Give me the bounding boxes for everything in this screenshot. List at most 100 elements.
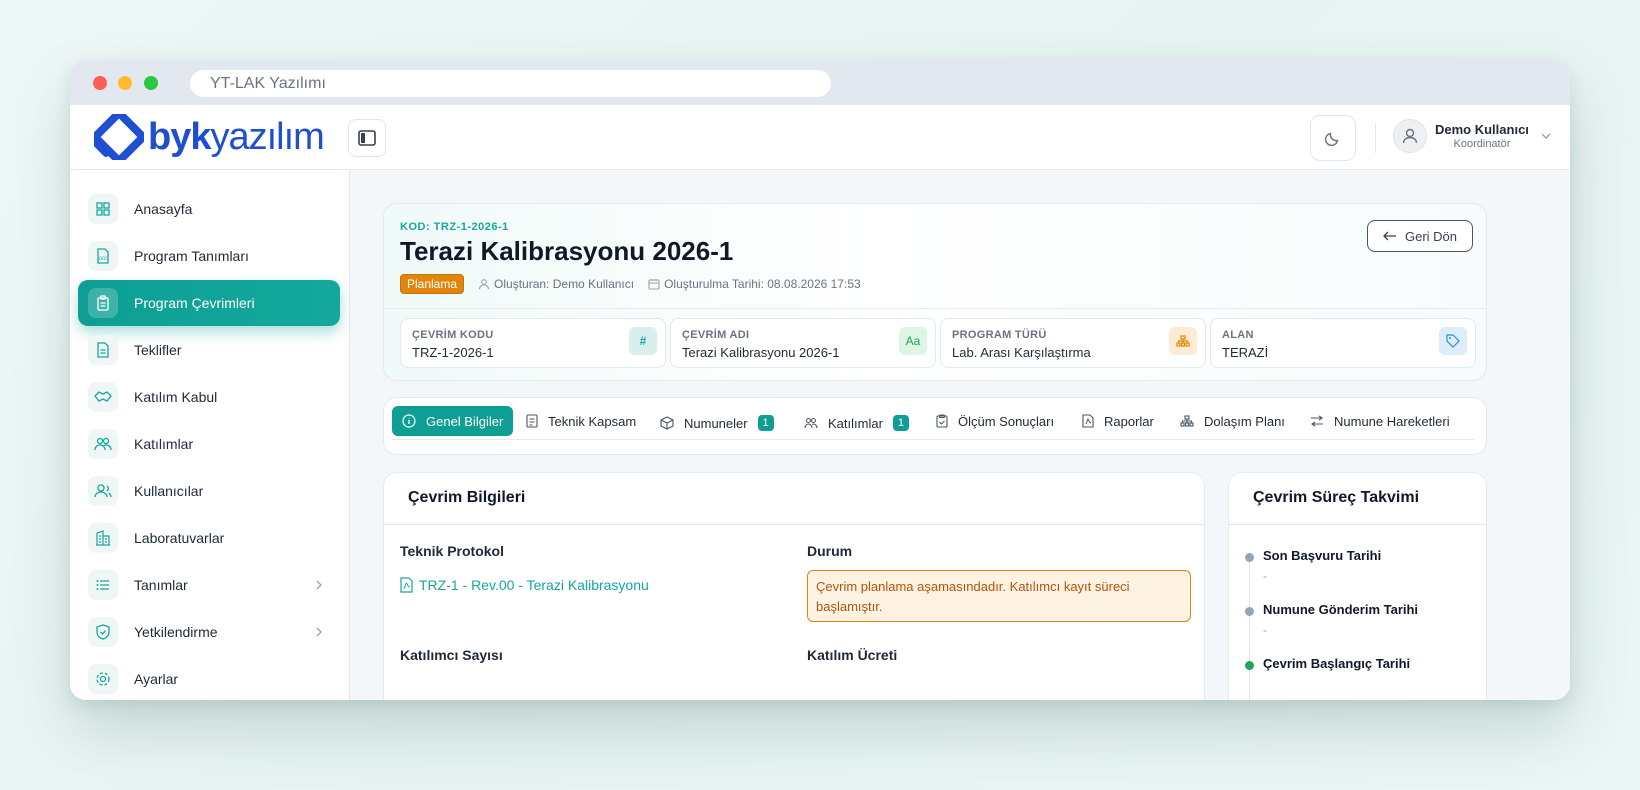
info-box-alan: ALAN TERAZİ [1210,318,1476,368]
brand-bold: byk [148,116,211,158]
tag-icon [1439,327,1467,355]
list-icon [88,570,118,600]
sidebar-item-label: Katılım Kabul [134,389,218,405]
sidebar: Anasayfa DOC Program Tanımları Program Ç… [70,170,350,700]
sidebar-item-katilim-kabul[interactable]: Katılım Kabul [78,374,340,420]
app-window: YT-LAK Yazılımı bykyazılım Demo Kullanıc… [70,60,1570,700]
chevron-right-icon [316,580,322,590]
created-by-text: Oluşturan: Demo Kullanıcı [494,277,635,291]
user-info: Demo Kullanıcı Koordinatör [1435,122,1529,150]
text-icon: Aa [899,327,927,355]
user-icon [478,279,490,290]
created-at-text: Oluşturulma Tarihi: 08.08.2026 17:53 [664,277,861,291]
box-icon [660,416,674,430]
info-box-value: Terazi Kalibrasyonu 2026-1 [682,345,840,360]
info-box-label: PROGRAM TÜRÜ [952,329,1047,341]
info-box-label: ALAN [1222,329,1254,341]
tab-olcum-sonuclari[interactable]: Ölçüm Sonuçları [936,406,1054,436]
sidebar-item-label: Anasayfa [134,201,193,217]
shield-icon [88,617,118,647]
info-box-value: TRZ-1-2026-1 [412,345,494,360]
tab-label: Raporlar [1104,413,1154,429]
sidebar-item-label: Katılımlar [134,436,194,452]
clipboard-check-icon [936,414,948,428]
building-icon [88,523,118,553]
divider [384,524,1204,525]
info-box-label: ÇEVRİM KODU [412,329,494,341]
sidebar-item-yetkilendirme[interactable]: Yetkilendirme [78,609,340,655]
sidebar-item-tanimlar[interactable]: Tanımlar [78,562,340,608]
sidebar-item-label: Tanımlar [134,577,188,593]
sidebar-item-label: Laboratuvarlar [134,530,225,546]
sidebar-item-label: Teklifler [134,342,182,358]
close-window-button[interactable] [93,76,107,90]
timeline-dot [1245,607,1254,616]
theme-toggle-button[interactable] [1310,115,1356,161]
maximize-window-button[interactable] [144,76,158,90]
users-icon [804,417,818,429]
logo-mark-icon [94,114,144,160]
brand-name: bykyazılım [148,113,325,161]
sidebar-item-katilimlar[interactable]: Katılımlar [78,421,340,467]
protocol-link-text: TRZ-1 - Rev.00 - Terazi Kalibrasyonu [419,577,649,593]
info-box-value: TERAZİ [1222,345,1269,360]
user-role: Koordinatör [1453,138,1511,150]
sidebar-item-program-cevrimleri[interactable]: Program Çevrimleri [78,280,340,326]
status-badge: Planlama [400,274,465,294]
minimize-window-button[interactable] [118,76,132,90]
created-at: Oluşturulma Tarihi: 08.08.2026 17:53 [648,277,861,291]
avatar [1393,119,1427,153]
timeline-item-value: - [1263,623,1267,637]
tab-numuneler[interactable]: Numuneler 1 [660,408,774,438]
hash-icon: # [629,327,657,355]
sidebar-item-laboratuvarlar[interactable]: Laboratuvarlar [78,515,340,561]
tab-label: Dolaşım Planı [1204,413,1285,429]
protocol-link[interactable]: TRZ-1 - Rev.00 - Terazi Kalibrasyonu [400,577,649,593]
tab-bar: Genel Bilgiler Teknik Kapsam Numuneler 1… [383,397,1487,455]
sidebar-panel-icon [358,130,376,146]
tab-label: Numuneler [684,415,748,431]
status-label: Durum [807,543,853,559]
user-name: Demo Kullanıcı [1435,122,1529,137]
address-bar[interactable]: YT-LAK Yazılımı [190,70,831,97]
back-button-label: Geri Dön [1404,228,1458,244]
info-box-cevrim-kodu: ÇEVRİM KODU TRZ-1-2026-1 # [400,318,666,368]
tab-label: Katılımlar [828,415,883,431]
chevron-right-icon [316,627,322,637]
sidebar-item-anasayfa[interactable]: Anasayfa [78,186,340,232]
info-box-label: ÇEVRİM ADI [682,329,750,341]
user-menu[interactable]: Demo Kullanıcı Koordinatör [1393,119,1551,153]
program-code-label: KOD: TRZ-1-2026-1 [400,221,509,233]
document-icon [526,414,538,428]
cevrim-takvim-card: Çevrim Süreç Takvimi Son Başvuru Tarihi … [1228,472,1487,700]
info-box-cevrim-adi: ÇEVRİM ADI Terazi Kalibrasyonu 2026-1 Aa [670,318,936,368]
sidebar-item-teklifler[interactable]: Teklifler [78,327,340,373]
calendar-icon [648,279,660,290]
sidebar-item-ayarlar[interactable]: Ayarlar [78,656,340,700]
brand-logo[interactable]: bykyazılım [94,113,325,161]
doc-icon: DOC [88,241,118,271]
program-header-card: KOD: TRZ-1-2026-1 Terazi Kalibrasyonu 20… [383,203,1487,381]
sidebar-toggle-button[interactable] [348,119,386,157]
chevron-down-icon [1541,133,1551,139]
info-icon [402,414,416,428]
tab-genel-bilgiler[interactable]: Genel Bilgiler [392,406,514,436]
tab-katilimlar[interactable]: Katılımlar 1 [804,408,909,438]
moon-icon [1325,132,1339,146]
arrow-left-icon [1383,231,1396,241]
cevrim-bilgileri-card: Çevrim Bilgileri Teknik Protokol TRZ-1 -… [383,472,1205,700]
sidebar-item-program-tanimlari[interactable]: DOC Program Tanımları [78,233,340,279]
tab-numune-hareketleri[interactable]: Numune Hareketleri [1310,406,1450,436]
tab-label: Genel Bilgiler [426,413,504,429]
tab-raporlar[interactable]: Raporlar [1082,406,1154,436]
protocol-label: Teknik Protokol [400,543,504,559]
tab-dolasim-plani[interactable]: Dolaşım Planı [1180,406,1285,436]
sidebar-item-kullanicilar[interactable]: Kullanıcılar [78,468,340,514]
timeline-item-title: Numune Gönderim Tarihi [1263,602,1419,617]
back-button[interactable]: Geri Dön [1367,220,1473,252]
title-bar: YT-LAK Yazılımı [70,60,1570,105]
tab-teknik-kapsam[interactable]: Teknik Kapsam [526,406,636,436]
sidebar-item-label: Yetkilendirme [134,624,218,640]
user-group-icon [88,476,118,506]
divider [384,308,1486,309]
